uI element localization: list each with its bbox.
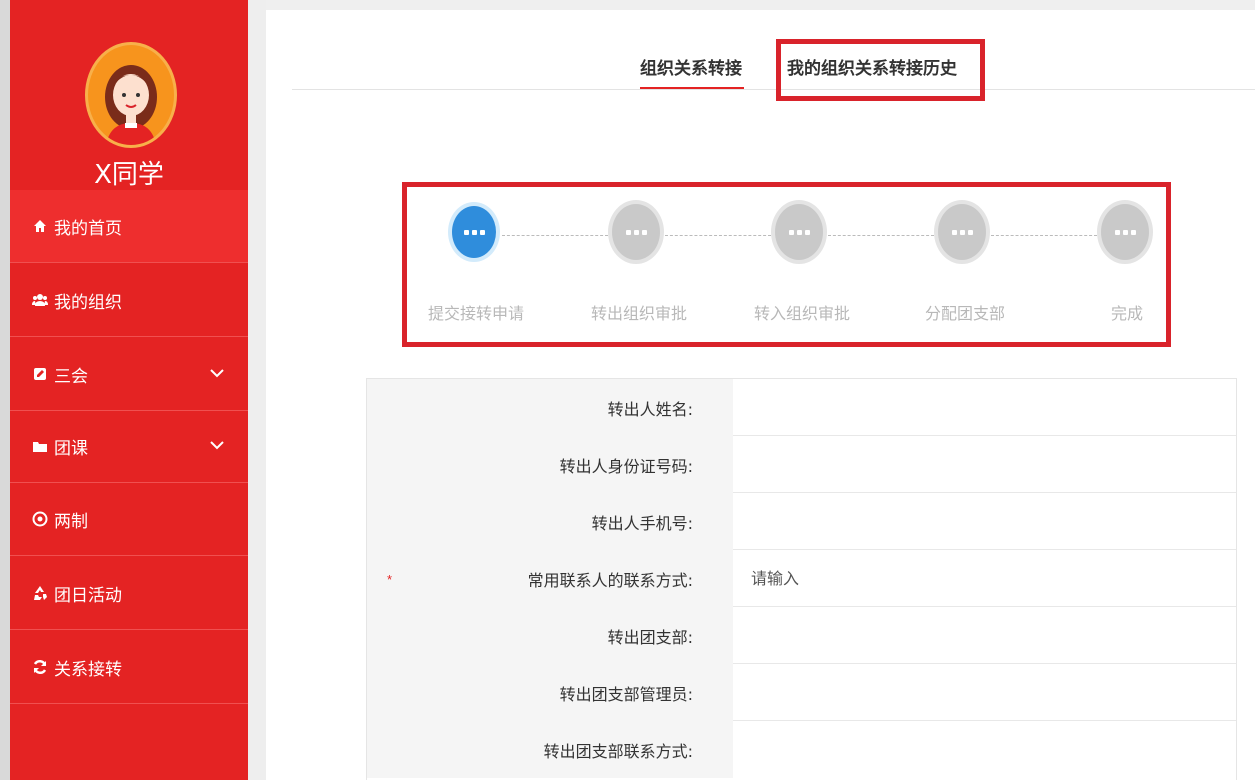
tabs-divider (292, 89, 1255, 90)
sidebar: X同学 我的首页 我的组织 三会 团课 两制 团日活动 关系接转 (10, 0, 248, 780)
sidebar-item-label: 关系接转 (54, 659, 122, 680)
contact-method-field[interactable] (733, 550, 1236, 606)
step-1-indicator (448, 202, 500, 262)
source-branch-contact-field[interactable] (733, 721, 1236, 777)
ellipsis-icon (625, 229, 647, 235)
chevron-down-icon[interactable] (208, 436, 226, 454)
ellipsis-icon (463, 229, 485, 235)
field-label: 转出人手机号: (367, 493, 733, 550)
sidebar-item-league-class[interactable]: 团课 (10, 410, 248, 483)
sidebar-item-label: 两制 (54, 511, 88, 532)
step-connector (828, 235, 934, 236)
sidebar-item-home[interactable]: 我的首页 (10, 190, 248, 263)
step-5-indicator (1097, 200, 1153, 264)
form-row: 转出团支部: (367, 607, 1236, 664)
form-row: 转出团支部管理员: (367, 664, 1236, 721)
tab-org-transfer[interactable]: 组织关系转接 (640, 54, 742, 79)
step-4-indicator (934, 200, 990, 264)
step-2-indicator (608, 200, 664, 264)
field-label: 转出团支部管理员: (367, 664, 733, 721)
avatar-girl-icon (105, 65, 157, 145)
transferor-phone-field[interactable] (733, 493, 1236, 549)
step-connector (502, 235, 608, 236)
required-mark: * (387, 572, 393, 587)
field-label: 转出人姓名: (367, 379, 733, 436)
sidebar-item-two-systems[interactable]: 两制 (10, 483, 248, 556)
sidebar-item-three-meetings[interactable]: 三会 (10, 338, 248, 411)
sidebar-item-league-day[interactable]: 团日活动 (10, 557, 248, 630)
step-1-label: 提交接转申请 (428, 304, 525, 323)
users-icon (32, 292, 48, 308)
form-row: 转出人姓名: (367, 379, 1236, 436)
step-4-label: 分配团支部 (925, 304, 1006, 323)
home-icon (32, 218, 48, 234)
field-label: 转出团支部联系方式: (367, 721, 733, 778)
annotation-highlight-box (776, 39, 985, 101)
step-5-label: 完成 (1111, 304, 1144, 323)
step-connector (991, 235, 1097, 236)
sidebar-item-label: 我的首页 (54, 218, 122, 239)
transfer-form: 转出人姓名: 转出人身份证号码: 转出人手机号: 常用联系人的联系方式: * 转… (366, 378, 1237, 780)
form-row: 转出团支部联系方式: (367, 721, 1236, 778)
form-row: 常用联系人的联系方式: * (367, 550, 1236, 607)
main-panel: 组织关系转接 我的组织关系转接历史 提交接转申请 转出组织审批 转入组织审批 分… (266, 0, 1255, 780)
sidebar-gutter (248, 0, 266, 780)
sidebar-item-my-org[interactable]: 我的组织 (10, 264, 248, 337)
form-row: 转出人身份证号码: (367, 436, 1236, 493)
source-branch-admin-field[interactable] (733, 664, 1236, 720)
refresh-icon (32, 659, 48, 675)
step-connector (665, 235, 771, 236)
field-label: 转出团支部: (367, 607, 733, 664)
sidebar-item-label: 团日活动 (54, 585, 122, 606)
left-edge-strip (0, 0, 10, 780)
field-label: 常用联系人的联系方式: (367, 550, 733, 607)
sidebar-item-label: 团课 (54, 438, 88, 459)
sidebar-item-label: 三会 (54, 366, 88, 387)
transferor-id-number-field[interactable] (733, 436, 1236, 492)
field-label: 转出人身份证号码: (367, 436, 733, 493)
step-3-indicator (771, 200, 827, 264)
ellipsis-icon (951, 229, 973, 235)
ellipsis-icon (788, 229, 810, 235)
sidebar-item-transfer[interactable]: 关系接转 (10, 631, 248, 704)
step-3-label: 转入组织审批 (754, 304, 851, 323)
recycle-icon (32, 585, 48, 601)
avatar (85, 42, 177, 148)
folder-icon (32, 438, 48, 454)
edit-icon (32, 366, 48, 382)
user-name: X同学 (94, 160, 164, 190)
chevron-down-icon[interactable] (208, 364, 226, 382)
sidebar-item-label: 我的组织 (54, 292, 122, 313)
step-2-label: 转出组织审批 (591, 304, 688, 323)
target-icon (32, 511, 48, 527)
source-branch-field[interactable] (733, 607, 1236, 663)
form-row: 转出人手机号: (367, 493, 1236, 550)
ellipsis-icon (1114, 229, 1136, 235)
transferor-name-field[interactable] (733, 379, 1236, 435)
